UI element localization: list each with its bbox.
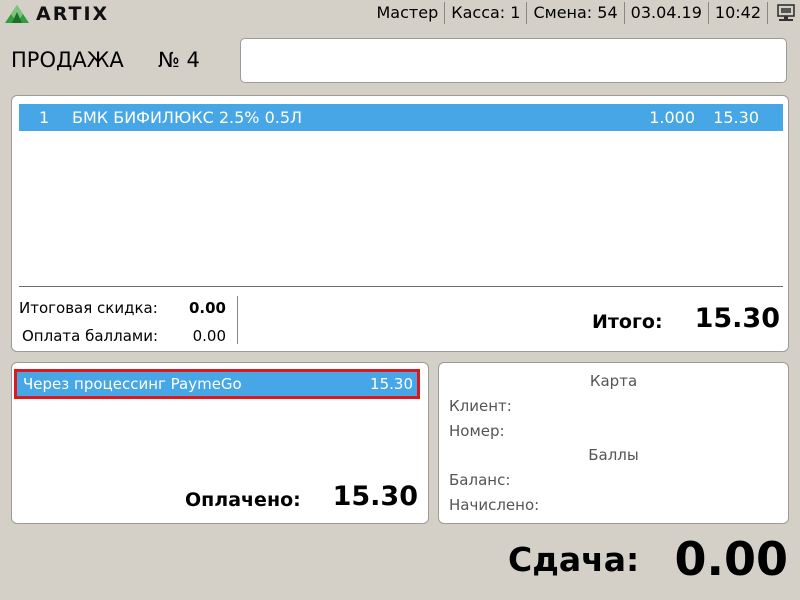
client-label: Клиент: (449, 397, 512, 415)
status-role: Мастер (376, 3, 439, 22)
payment-method-name: Через процессинг PaymeGo (23, 375, 242, 393)
status-date: 03.04.19 (623, 2, 708, 24)
status-register: Касса: 1 (444, 2, 526, 24)
total-value: 15.30 (694, 303, 780, 334)
payment-panel: Через процессинг PaymeGo 15.30 Оплачено:… (11, 362, 429, 524)
total-label: Итого: (592, 311, 663, 333)
terminal-button[interactable] (767, 2, 800, 24)
payment-sum: 15.30 (370, 375, 413, 393)
terminal-icon (777, 4, 795, 21)
item-quantity: 1.000 (649, 108, 695, 127)
card-title: Карта (589, 372, 638, 390)
discount-label: Итоговая скидка: (19, 299, 158, 317)
receipt-panel: 1 БМК БИФИЛЮКС 2.5% 0.5Л 1.000 15.30 Ито… (11, 95, 789, 352)
page-title: ПРОДАЖА (11, 48, 124, 72)
card-number-label: Номер: (449, 422, 505, 440)
points-payment-value: 0.00 (192, 327, 226, 345)
app-logo: ARTIX (4, 3, 109, 25)
top-bar: ARTIX Мастер Касса: 1 Смена: 54 03.04.19… (0, 0, 800, 26)
receipt-divider (19, 286, 783, 287)
discount-value: 0.00 (188, 299, 226, 317)
paid-value: 15.30 (332, 481, 418, 512)
artix-logo-icon (5, 5, 29, 23)
status-time: 10:42 (707, 2, 767, 24)
table-row[interactable]: 1 БМК БИФИЛЮКС 2.5% 0.5Л 1.000 15.30 (19, 104, 783, 131)
pos-screen: ARTIX Мастер Касса: 1 Смена: 54 03.04.19… (0, 0, 800, 600)
accrued-label: Начислено: (449, 496, 540, 514)
change-label: Сдача: (508, 540, 640, 579)
item-name: БМК БИФИЛЮКС 2.5% 0.5Л (72, 108, 303, 127)
item-index: 1 (39, 108, 50, 127)
sale-number: № 4 (158, 48, 200, 72)
totals-separator (237, 296, 238, 344)
status-bar: Мастер Касса: 1 Смена: 54 03.04.19 10:42 (371, 0, 800, 26)
points-title: Баллы (588, 446, 639, 464)
loyalty-card-panel: Карта Клиент: Номер: Баллы Баланс: Начис… (438, 362, 789, 524)
logo-text: ARTIX (36, 3, 110, 25)
payment-row[interactable]: Через процессинг PaymeGo 15.30 (14, 369, 420, 399)
status-shift: Смена: 54 (526, 2, 623, 24)
paid-label: Оплачено: (185, 489, 301, 511)
points-payment-label: Оплата баллами: (22, 327, 159, 345)
balance-label: Баланс: (449, 471, 511, 489)
item-sum: 15.30 (713, 108, 759, 127)
scan-input[interactable] (240, 38, 787, 83)
change-value: 0.00 (674, 532, 789, 586)
